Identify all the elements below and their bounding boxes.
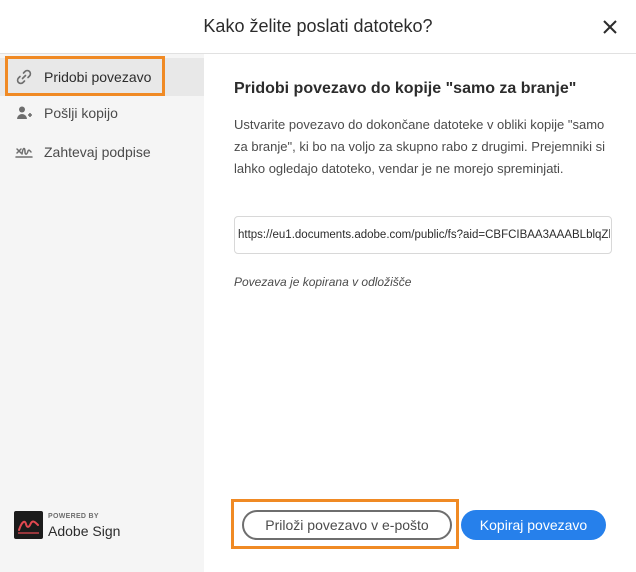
dialog-title: Kako želite poslati datoteko? — [203, 16, 433, 36]
sidebar-item-label: Zahtevaj podpise — [44, 144, 151, 160]
sidebar-item-label: Pridobi povezavo — [44, 69, 152, 85]
sidebar-item-label: Pošlji kopijo — [44, 105, 118, 121]
main-panel: Pridobi povezavo do kopije "samo za bran… — [204, 54, 636, 572]
link-field-container — [234, 216, 612, 254]
close-icon[interactable] — [600, 17, 620, 37]
sidebar-item-request-signatures[interactable]: Zahtevaj podpise — [0, 133, 204, 171]
dialog-header: Kako želite poslati datoteko? — [0, 0, 636, 54]
sidebar-item-get-link[interactable]: Pridobi povezavo — [0, 58, 204, 96]
signature-icon — [15, 143, 33, 161]
powered-by-label: POWERED BY — [48, 513, 99, 520]
panel-description: Ustvarite povezavo do dokončane datoteke… — [234, 117, 605, 176]
product-name: Adobe Sign — [48, 523, 121, 539]
sidebar-item-send-copy[interactable]: Pošlji kopijo — [0, 94, 204, 132]
adobe-sign-logo — [14, 511, 43, 539]
panel-heading: Pridobi povezavo do kopije "samo za bran… — [234, 80, 577, 97]
sidebar: Pridobi povezavo Pošlji kopijo Zahtevaj … — [0, 54, 204, 572]
copied-status: Povezava je kopirana v odložišče — [234, 275, 412, 289]
attach-link-email-button[interactable]: Priloži povezavo v e-pošto — [242, 510, 452, 540]
link-icon — [15, 68, 33, 86]
copy-link-button[interactable]: Kopiraj povezavo — [461, 510, 606, 540]
share-link-field[interactable] — [235, 217, 611, 253]
user-add-icon — [15, 104, 33, 122]
adobe-sign-branding: POWERED BY Adobe Sign — [14, 511, 154, 541]
send-file-dialog: Kako želite poslati datoteko? Pridobi po… — [0, 0, 636, 572]
